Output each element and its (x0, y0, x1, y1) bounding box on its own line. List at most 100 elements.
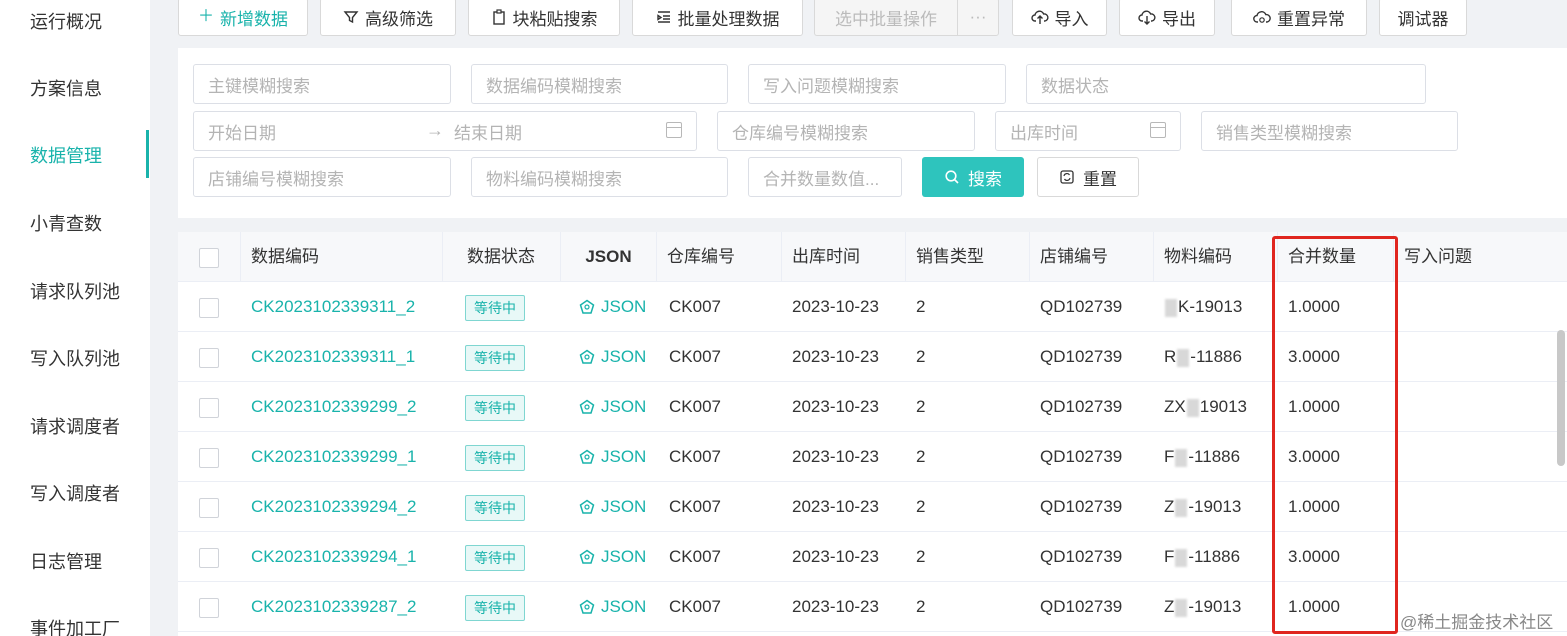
data-code-link[interactable]: CK2023102339287_2 (251, 582, 416, 632)
select-all-checkbox[interactable] (199, 248, 219, 268)
pentagon-icon (579, 549, 595, 564)
json-link[interactable]: JSON (579, 432, 646, 482)
material-prefix: ZX (1164, 397, 1186, 416)
sidebar-item-request-queue[interactable]: 请求队列池 (30, 280, 120, 304)
outbound-time-cell: 2023-10-23 (792, 297, 879, 316)
row-checkbox[interactable] (199, 498, 219, 518)
merge-qty-input[interactable]: 合并数量数值... (748, 157, 902, 197)
json-label: JSON (601, 297, 647, 316)
data-status-select[interactable]: 数据状态 (1026, 64, 1426, 104)
selected-batch-button[interactable]: 选中批量操作 (814, 0, 957, 36)
sales-type-search-input[interactable]: 销售类型模糊搜索 (1201, 111, 1458, 151)
redacted-mark (1165, 298, 1177, 317)
status-badge: 等待中 (465, 495, 525, 521)
calendar-icon (666, 122, 682, 138)
shop-cell: QD102739 (1040, 597, 1123, 616)
reset-exception-label: 重置异常 (1277, 9, 1345, 29)
sidebar-item-event-factory[interactable]: 事件加工厂 (30, 617, 120, 636)
sidebar-item-write-queue[interactable]: 写入队列池 (30, 347, 120, 371)
sidebar-item-request-scheduler[interactable]: 请求调度者 (30, 415, 120, 439)
header-outbound-time[interactable]: 出库时间 (782, 232, 906, 282)
row-checkbox[interactable] (199, 298, 219, 318)
sidebar-item-query[interactable]: 小青查数 (30, 212, 102, 236)
cloud-download-icon (1138, 10, 1156, 25)
table-scrollbar[interactable] (1557, 330, 1565, 466)
json-link[interactable]: JSON (579, 582, 646, 632)
shop-code-search-input[interactable]: 店铺编号模糊搜索 (193, 157, 451, 197)
header-sales-type[interactable]: 销售类型 (906, 232, 1030, 282)
data-code-link[interactable]: CK2023102339294_1 (251, 532, 416, 582)
merge-qty-highlight-box (1272, 236, 1398, 634)
export-button[interactable]: 导出 (1119, 0, 1215, 36)
material-code-search-input[interactable]: 物料编码模糊搜索 (471, 157, 728, 197)
json-label: JSON (601, 397, 647, 416)
json-link[interactable]: JSON (579, 382, 646, 432)
sales-type-cell: 2 (916, 297, 926, 316)
export-label: 导出 (1162, 9, 1196, 29)
sidebar-active-indicator (146, 130, 149, 178)
date-range-picker[interactable]: 开始日期 → 结束日期 (193, 111, 697, 151)
search-button-label: 搜索 (968, 169, 1002, 189)
row-checkbox[interactable] (199, 598, 219, 618)
more-button[interactable]: ··· (957, 0, 999, 36)
pentagon-icon (579, 499, 595, 514)
sales-type-cell: 2 (916, 547, 926, 566)
import-label: 导入 (1054, 9, 1089, 29)
row-checkbox[interactable] (199, 348, 219, 368)
warehouse-cell: CK007 (669, 447, 721, 466)
cloud-upload-icon (1030, 10, 1049, 24)
outbound-time-cell: 2023-10-23 (792, 447, 879, 466)
data-code-search-input[interactable]: 数据编码模糊搜索 (471, 64, 728, 104)
data-code-link[interactable]: CK2023102339299_2 (251, 382, 416, 432)
data-code-link[interactable]: CK2023102339311_1 (251, 332, 415, 382)
material-prefix: F (1164, 547, 1175, 566)
json-link[interactable]: JSON (579, 282, 646, 332)
warehouse-code-search-input[interactable]: 仓库编号模糊搜索 (717, 111, 975, 151)
header-warehouse[interactable]: 仓库编号 (657, 232, 782, 282)
header-data-code[interactable]: 数据编码 (241, 232, 443, 282)
material-suffix: -11886 (1188, 447, 1241, 466)
json-link[interactable]: JSON (579, 482, 646, 532)
sidebar-item-log[interactable]: 日志管理 (30, 550, 102, 574)
batch-process-button[interactable]: 批量处理数据 (632, 0, 803, 36)
sidebar-item-overview[interactable]: 运行概况 (30, 10, 102, 34)
header-write-issue[interactable]: 写入问题 (1394, 232, 1567, 282)
row-checkbox[interactable] (199, 448, 219, 468)
material-prefix: Z (1164, 597, 1175, 616)
outbound-time-picker[interactable]: 出库时间 (995, 111, 1181, 151)
search-button[interactable]: 搜索 (922, 157, 1024, 197)
sales-type-cell: 2 (916, 447, 926, 466)
json-link[interactable]: JSON (579, 532, 646, 582)
row-checkbox[interactable] (199, 548, 219, 568)
shop-cell: QD102739 (1040, 347, 1123, 366)
data-code-link[interactable]: CK2023102339299_1 (251, 432, 416, 482)
add-data-button[interactable]: ＋ 新增数据 (178, 0, 308, 36)
advanced-filter-button[interactable]: 高级筛选 (320, 0, 456, 36)
material-prefix: R (1164, 347, 1177, 366)
import-button[interactable]: 导入 (1012, 0, 1107, 36)
data-code-link[interactable]: CK2023102339311_2 (251, 282, 415, 332)
header-status[interactable]: 数据状态 (443, 232, 561, 282)
reset-exception-button[interactable]: 重置异常 (1231, 0, 1367, 36)
primary-key-search-input[interactable]: 主键模糊搜索 (193, 64, 451, 104)
primary-key-placeholder: 主键模糊搜索 (208, 76, 310, 96)
sidebar-item-scheme[interactable]: 方案信息 (30, 77, 102, 101)
material-code-placeholder: 物料编码模糊搜索 (486, 169, 622, 189)
sidebar-item-write-scheduler[interactable]: 写入调度者 (30, 482, 120, 506)
header-shop[interactable]: 店铺编号 (1030, 232, 1154, 282)
material-cell: F -11886 (1164, 432, 1240, 482)
reset-button[interactable]: 重置 (1037, 157, 1139, 197)
debugger-button[interactable]: 调试器 (1379, 0, 1467, 36)
material-cell: Z -19013 (1164, 482, 1241, 532)
row-checkbox[interactable] (199, 398, 219, 418)
status-badge: 等待中 (465, 545, 525, 571)
sidebar-item-data-management[interactable]: 数据管理 (30, 144, 102, 168)
header-material[interactable]: 物料编码 (1154, 232, 1278, 282)
json-link[interactable]: JSON (579, 332, 646, 382)
warehouse-cell: CK007 (669, 597, 721, 616)
data-code-link[interactable]: CK2023102339294_2 (251, 482, 416, 532)
header-json[interactable]: JSON (561, 232, 657, 282)
write-issue-search-input[interactable]: 写入问题模糊搜索 (748, 64, 1006, 104)
advanced-filter-label: 高级筛选 (365, 9, 433, 29)
paste-search-button[interactable]: 块粘贴搜索 (468, 0, 620, 36)
